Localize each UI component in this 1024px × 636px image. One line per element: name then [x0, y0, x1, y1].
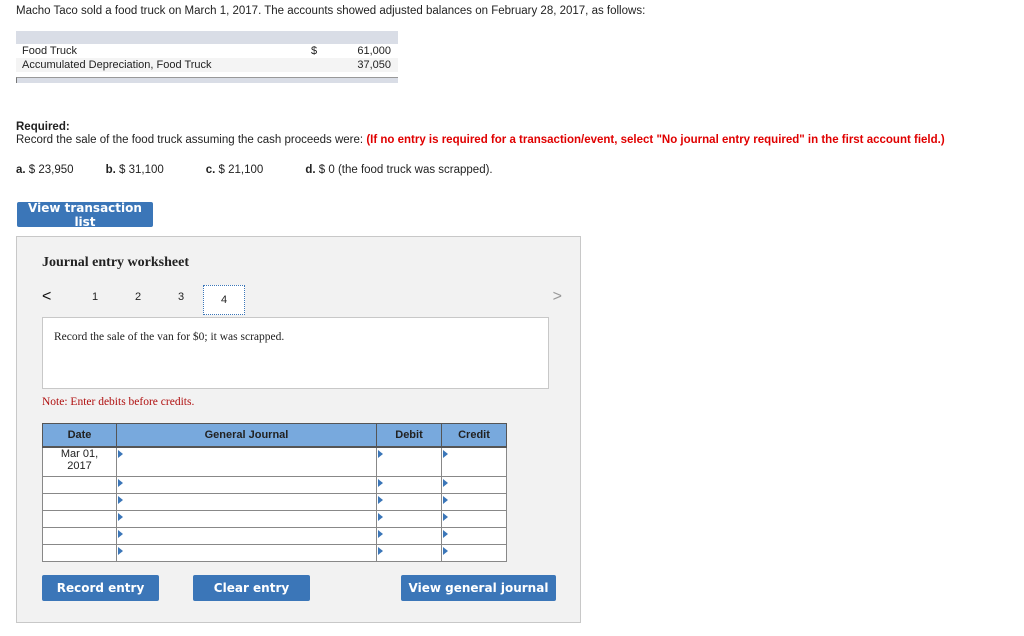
account-cell[interactable] [116, 493, 377, 511]
part-c: c. $ 21,100 [205, 164, 264, 176]
credit-cell[interactable] [441, 527, 507, 545]
intro-text: Macho Taco sold a food truck on March 1,… [16, 5, 646, 17]
account-cell[interactable] [116, 446, 377, 477]
view-transaction-list-button[interactable]: View transaction list [17, 201, 153, 229]
required-instruction: (If no entry is required for a transacti… [366, 134, 945, 146]
date-cell[interactable] [42, 493, 117, 511]
required-prompt: Record the sale of the food truck assumi… [16, 134, 367, 146]
dropdown-marker-icon [118, 547, 123, 555]
chevron-right-icon[interactable]: > [553, 288, 562, 306]
date-cell[interactable] [42, 544, 117, 562]
col-debit: Debit [376, 423, 442, 448]
dropdown-marker-icon [118, 530, 123, 538]
balance-account: Food Truck [22, 45, 78, 57]
credit-cell[interactable] [441, 446, 507, 477]
journal-row [42, 544, 507, 562]
dropdown-marker-icon [378, 450, 383, 458]
col-credit: Credit [441, 423, 507, 448]
dropdown-marker-icon [378, 547, 383, 555]
dropdown-marker-icon [118, 513, 123, 521]
journal-entry-worksheet: Journal entry worksheet < 1 2 3 4 > Reco… [16, 236, 581, 623]
dropdown-marker-icon [443, 450, 448, 458]
col-date: Date [42, 423, 117, 448]
account-cell[interactable] [116, 544, 377, 562]
col-general-journal: General Journal [116, 423, 377, 448]
date-cell[interactable] [42, 476, 117, 494]
credit-cell[interactable] [441, 493, 507, 511]
dropdown-marker-icon [443, 530, 448, 538]
account-cell[interactable] [116, 510, 377, 528]
balance-currency: $ [311, 45, 318, 57]
balance-account: Accumulated Depreciation, Food Truck [22, 59, 212, 71]
account-cell[interactable] [116, 527, 377, 545]
date-line: 2017 [67, 460, 92, 472]
debit-cell[interactable] [376, 510, 442, 528]
journal-row [42, 476, 507, 494]
page-tab-2[interactable]: 2 [135, 291, 141, 303]
page-tab-4-active[interactable]: 4 [203, 285, 245, 315]
debit-cell[interactable] [376, 527, 442, 545]
balances-table: Food Truck $ 61,000 Accumulated Deprecia… [16, 31, 398, 83]
debit-cell[interactable] [376, 493, 442, 511]
dropdown-marker-icon [443, 496, 448, 504]
parts-list: a. $ 23,950 b. $ 31,100 c. $ 21,100 d. $… [16, 164, 525, 176]
chevron-left-icon[interactable]: < [42, 288, 51, 306]
balances-header [16, 31, 398, 44]
balance-amount: 37,050 [357, 59, 391, 71]
part-b: b. $ 31,100 [105, 164, 164, 176]
dropdown-marker-icon [378, 513, 383, 521]
clear-entry-button[interactable]: Clear entry [193, 575, 310, 601]
account-cell[interactable] [116, 476, 377, 494]
debit-cell[interactable] [376, 446, 442, 477]
credit-cell[interactable] [441, 510, 507, 528]
dropdown-marker-icon [443, 479, 448, 487]
transaction-description-box: Record the sale of the van for $0; it wa… [42, 317, 549, 389]
dropdown-marker-icon [443, 547, 448, 555]
required-text: Record the sale of the food truck assumi… [16, 134, 945, 146]
dropdown-marker-icon [118, 496, 123, 504]
part-d: d. $ 0 (the food truck was scrapped). [305, 164, 493, 176]
debit-cell[interactable] [376, 544, 442, 562]
balances-footer [16, 77, 398, 83]
credit-cell[interactable] [441, 544, 507, 562]
balance-amount: 61,000 [357, 45, 391, 57]
worksheet-title: Journal entry worksheet [42, 255, 189, 270]
balance-row: Food Truck $ 61,000 [16, 44, 398, 58]
dropdown-marker-icon [118, 479, 123, 487]
worksheet-pager: < 1 2 3 4 > [42, 285, 562, 315]
date-cell[interactable]: Mar 01, 2017 [42, 446, 117, 477]
page-tab-3[interactable]: 3 [178, 291, 184, 303]
balance-row: Accumulated Depreciation, Food Truck 37,… [16, 58, 398, 72]
journal-row: Mar 01, 2017 [42, 446, 507, 477]
date-cell[interactable] [42, 510, 117, 528]
journal-row [42, 527, 507, 545]
credit-cell[interactable] [441, 476, 507, 494]
journal-row [42, 510, 507, 528]
debit-cell[interactable] [376, 476, 442, 494]
view-general-journal-button[interactable]: View general journal [401, 575, 556, 601]
dropdown-marker-icon [378, 479, 383, 487]
date-line: Mar 01, [60, 448, 99, 460]
dropdown-marker-icon [378, 496, 383, 504]
journal-table: Date General Journal Debit Credit Mar 01… [42, 423, 507, 562]
dropdown-marker-icon [443, 513, 448, 521]
part-a: a. $ 23,950 [16, 164, 74, 176]
record-entry-button[interactable]: Record entry [42, 575, 159, 601]
required-label: Required: [16, 121, 70, 133]
page-tab-1[interactable]: 1 [92, 291, 98, 303]
date-cell[interactable] [42, 527, 117, 545]
dropdown-marker-icon [118, 450, 123, 458]
transaction-description: Record the sale of the van for $0; it wa… [54, 331, 285, 343]
dropdown-marker-icon [378, 530, 383, 538]
note-text: Note: Enter debits before credits. [42, 396, 195, 408]
journal-row [42, 493, 507, 511]
